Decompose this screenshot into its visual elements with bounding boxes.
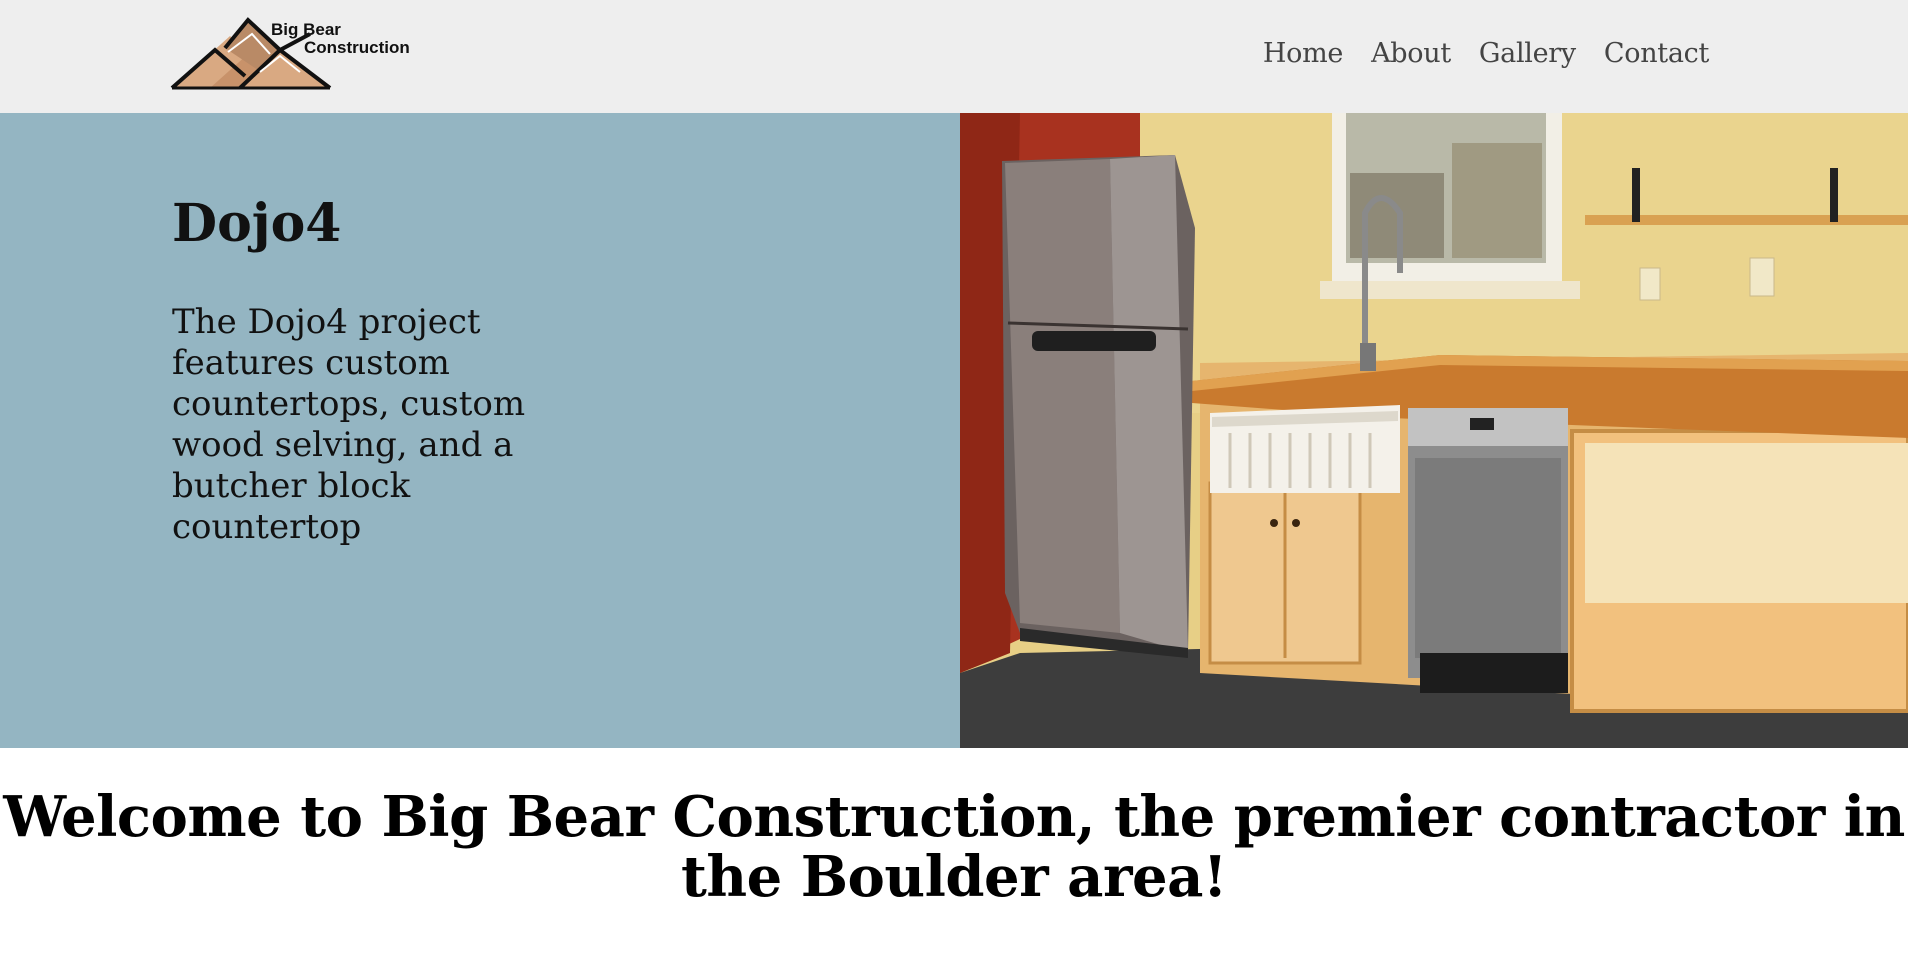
logo-text-line1: Big Bear	[271, 20, 341, 39]
logo-text-line2: Construction	[304, 38, 410, 57]
nav-home[interactable]: Home	[1263, 38, 1343, 69]
kitchen-photo	[960, 113, 1908, 748]
brand-logo[interactable]: Big Bear Construction	[170, 14, 415, 92]
nav-gallery[interactable]: Gallery	[1479, 38, 1576, 69]
nav-contact[interactable]: Contact	[1604, 38, 1709, 69]
hero-section: Dojo4 The Dojo4 project features custom …	[0, 113, 1908, 748]
site-header: Big Bear Construction Home About Gallery…	[0, 0, 1908, 113]
hero-description: The Dojo4 project features custom counte…	[172, 302, 526, 548]
hero-title: Dojo4	[172, 193, 342, 254]
main-nav: Home About Gallery Contact	[1263, 38, 1709, 69]
welcome-heading: Welcome to Big Bear Construction, the pr…	[3, 784, 1905, 910]
nav-about[interactable]: About	[1371, 38, 1451, 69]
hero-text-block: Dojo4 The Dojo4 project features custom …	[172, 195, 572, 548]
